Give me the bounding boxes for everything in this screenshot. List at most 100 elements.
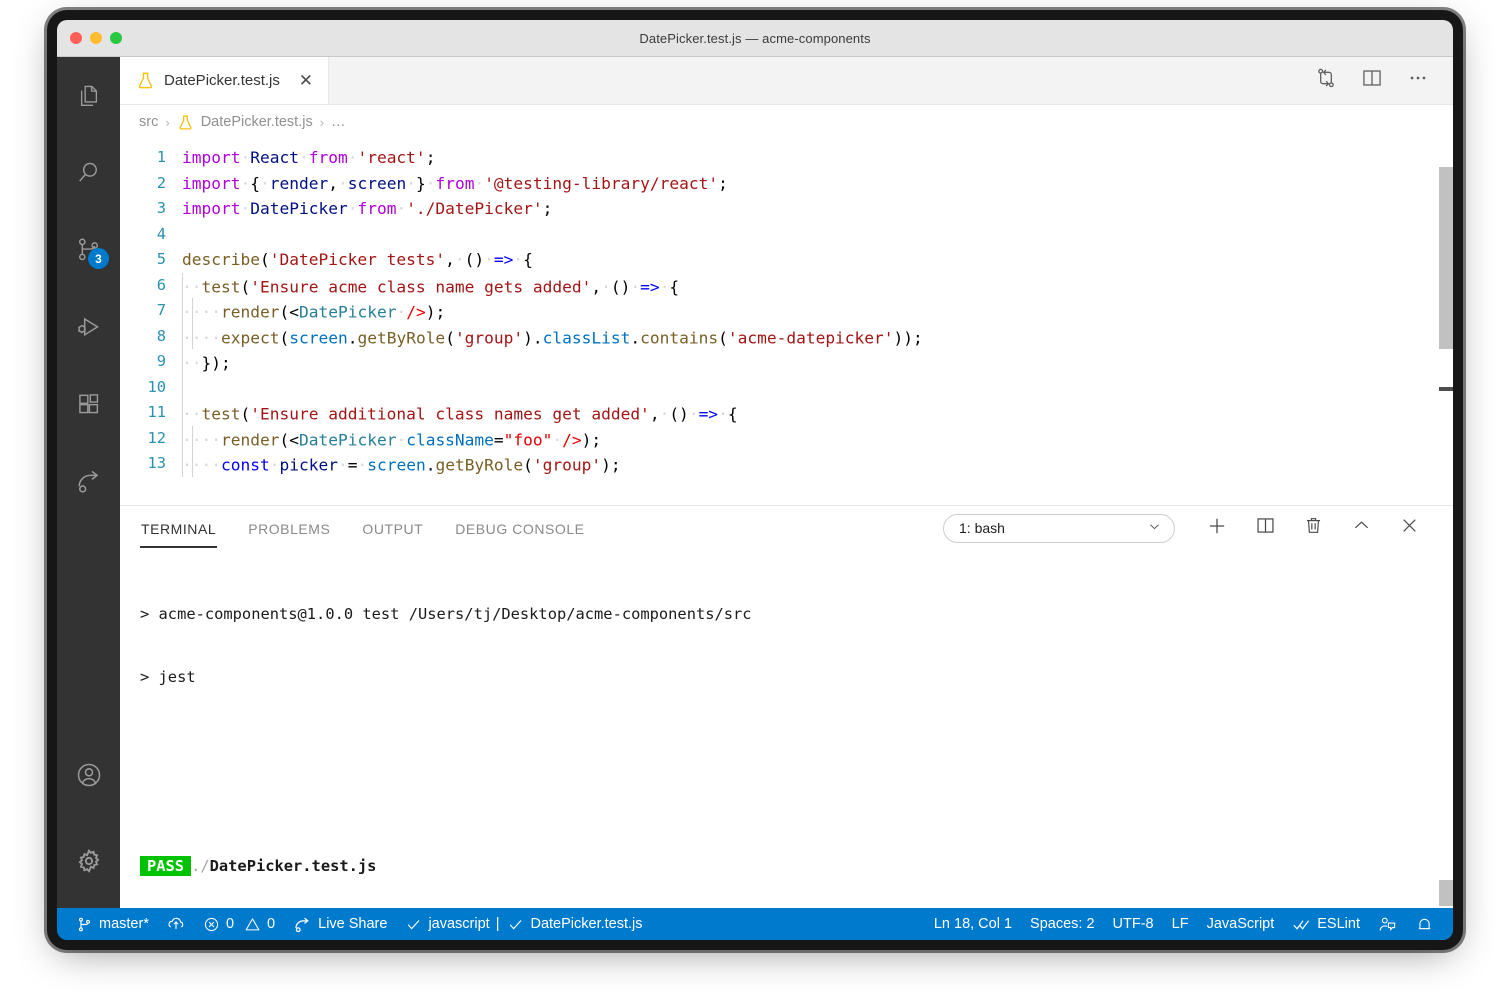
code-line: 13 ····const·picker·=·screen.getByRole('g…	[120, 451, 1453, 477]
split-terminal-button[interactable]	[1241, 506, 1289, 550]
breadcrumb-item-src[interactable]: src	[139, 114, 158, 130]
sidebar-item-settings[interactable]	[57, 813, 120, 908]
terminal-selector[interactable]: 1: bash	[943, 513, 1175, 543]
close-icon	[1399, 515, 1420, 541]
status-live-share-label: Live Share	[318, 916, 388, 932]
close-icon[interactable]: ✕	[297, 72, 315, 89]
code-line-text: ··});	[182, 349, 231, 376]
trash-icon	[1303, 515, 1324, 541]
editor-tab-datepicker-test[interactable]: DatePicker.test.js ✕	[120, 57, 329, 104]
source-control-badge: 3	[88, 248, 109, 269]
status-warning-count: 0	[267, 916, 276, 932]
tab-output[interactable]: OUTPUT	[361, 509, 424, 548]
split-terminal-icon	[1255, 515, 1276, 541]
sync-icon	[167, 915, 185, 933]
panel-header: TERMINAL PROBLEMS OUTPUT DEBUG CONSOLE 1…	[120, 506, 1453, 550]
live-share-icon	[293, 915, 312, 934]
status-eslint[interactable]: ESLint	[1283, 908, 1369, 940]
sidebar-item-search[interactable]	[57, 134, 120, 211]
vscode-window: DatePicker.test.js — acme-components 3 D…	[57, 20, 1453, 940]
status-problems[interactable]: 0 0	[194, 908, 284, 940]
code-line: 6 ··test('Ensure acme class name gets add…	[120, 272, 1453, 300]
sidebar-item-accounts[interactable]	[57, 736, 120, 813]
zoom-window-button[interactable]	[110, 32, 122, 44]
split-editor-icon[interactable]	[1361, 67, 1383, 94]
status-test-results[interactable]: javascript | DatePicker.test.js	[396, 908, 651, 940]
code-line: 5 describe('DatePicker tests',·()·=>·{	[120, 247, 1453, 273]
code-line-text: ····render(<DatePicker·className="foo"·/…	[182, 425, 601, 453]
code-line-text: import·{·render,·screen·}·from·'@testing…	[182, 173, 728, 193]
code-line-text: ··test('Ensure acme class name gets adde…	[182, 272, 679, 300]
status-language-mode[interactable]: JavaScript	[1198, 908, 1284, 940]
status-editor-position[interactable]: Ln 18, Col 1	[925, 908, 1021, 940]
code-line: 10	[120, 374, 1453, 400]
status-git-branch[interactable]: master*	[67, 908, 158, 940]
compare-changes-icon[interactable]	[1315, 67, 1337, 94]
line-number: 13	[147, 454, 166, 472]
breadcrumb-item-file[interactable]: DatePicker.test.js	[201, 114, 313, 130]
check-icon	[507, 916, 524, 933]
editor-tab-bar: DatePicker.test.js ✕	[120, 57, 1453, 105]
status-bar-right: Ln 18, Col 1 Spaces: 2 UTF-8 LF JavaScri…	[925, 908, 1453, 940]
status-error-count: 0	[225, 916, 235, 932]
code-line-text: ····const·picker·=·screen.getByRole('gro…	[182, 451, 621, 478]
status-feedback[interactable]	[1369, 908, 1406, 940]
sidebar-item-source-control[interactable]: 3	[57, 211, 120, 288]
breadcrumb[interactable]: src › DatePicker.test.js › …	[120, 105, 1453, 139]
line-number: 10	[147, 377, 166, 396]
terminal-line: > jest	[140, 668, 196, 686]
tab-problems[interactable]: PROBLEMS	[247, 509, 331, 548]
status-eol[interactable]: LF	[1163, 908, 1198, 940]
maximize-panel-button[interactable]	[1337, 506, 1385, 550]
status-indentation[interactable]: Spaces: 2	[1021, 908, 1104, 940]
breadcrumb-item-symbols[interactable]: …	[331, 114, 346, 130]
minimize-window-button[interactable]	[90, 32, 102, 44]
status-test-file: DatePicker.test.js	[530, 916, 643, 932]
ellipsis-icon[interactable]	[1407, 67, 1429, 94]
code-line: 7 ····render(<DatePicker·/>);	[120, 298, 1453, 324]
warning-icon	[244, 916, 261, 933]
terminal-line-pass: PASS ./DatePicker.test.js	[140, 856, 1453, 877]
sidebar-item-extensions[interactable]	[57, 365, 120, 442]
code-line-text: ····render(<DatePicker·/>);	[182, 298, 445, 325]
search-icon	[75, 159, 102, 186]
flask-icon	[136, 71, 155, 90]
chevron-down-icon	[1147, 519, 1162, 537]
close-window-button[interactable]	[70, 32, 82, 44]
status-test-lang: javascript	[428, 916, 490, 932]
editor-scrollbar-thumb[interactable]	[1439, 167, 1453, 349]
status-notifications[interactable]	[1406, 908, 1443, 940]
line-number: 9	[156, 352, 166, 370]
terminal-selector-value: 1: bash	[959, 520, 1005, 536]
panel-actions: 1: bash	[943, 506, 1433, 550]
chevron-right-icon: ›	[319, 114, 325, 130]
sidebar-item-explorer[interactable]	[57, 57, 120, 134]
tab-terminal[interactable]: TERMINAL	[140, 509, 218, 548]
live-share-icon	[75, 467, 103, 495]
window-title: DatePicker.test.js — acme-components	[639, 30, 871, 46]
gear-icon	[75, 847, 103, 875]
kill-terminal-button[interactable]	[1289, 506, 1337, 550]
line-number: 8	[156, 326, 166, 345]
code-line: 12 ····render(<DatePicker·className="foo"…	[120, 425, 1453, 453]
editor-overview-marker	[1439, 387, 1453, 391]
workbench: DatePicker.test.js ✕ src › DatePicker.te…	[120, 57, 1453, 908]
status-encoding[interactable]: UTF-8	[1104, 908, 1163, 940]
screenshot-root: DatePicker.test.js — acme-components 3 D…	[0, 0, 1510, 995]
status-bar-left: master* 0 0 Live Share javascript | Date…	[57, 908, 652, 940]
new-terminal-button[interactable]	[1193, 506, 1241, 550]
status-sync-changes[interactable]	[158, 908, 194, 940]
sidebar-item-live-share[interactable]	[57, 442, 120, 519]
window-controls[interactable]	[70, 32, 122, 44]
terminal-scrollbar-thumb[interactable]	[1439, 880, 1453, 906]
close-panel-button[interactable]	[1385, 506, 1433, 550]
editor-scrollbar[interactable]	[1439, 139, 1453, 487]
bottom-panel: TERMINAL PROBLEMS OUTPUT DEBUG CONSOLE 1…	[120, 505, 1453, 908]
status-live-share[interactable]: Live Share	[284, 908, 396, 940]
account-icon	[75, 761, 103, 789]
code-editor[interactable]: 1 import·React·from·'react'; 2 import·{·re…	[120, 139, 1453, 487]
tab-debug-console[interactable]: DEBUG CONSOLE	[454, 509, 585, 548]
terminal-output[interactable]: > acme-components@1.0.0 test /Users/tj/D…	[120, 550, 1453, 908]
sidebar-item-run-and-debug[interactable]	[57, 288, 120, 365]
code-line: 1 import·React·from·'react';	[120, 145, 1453, 171]
